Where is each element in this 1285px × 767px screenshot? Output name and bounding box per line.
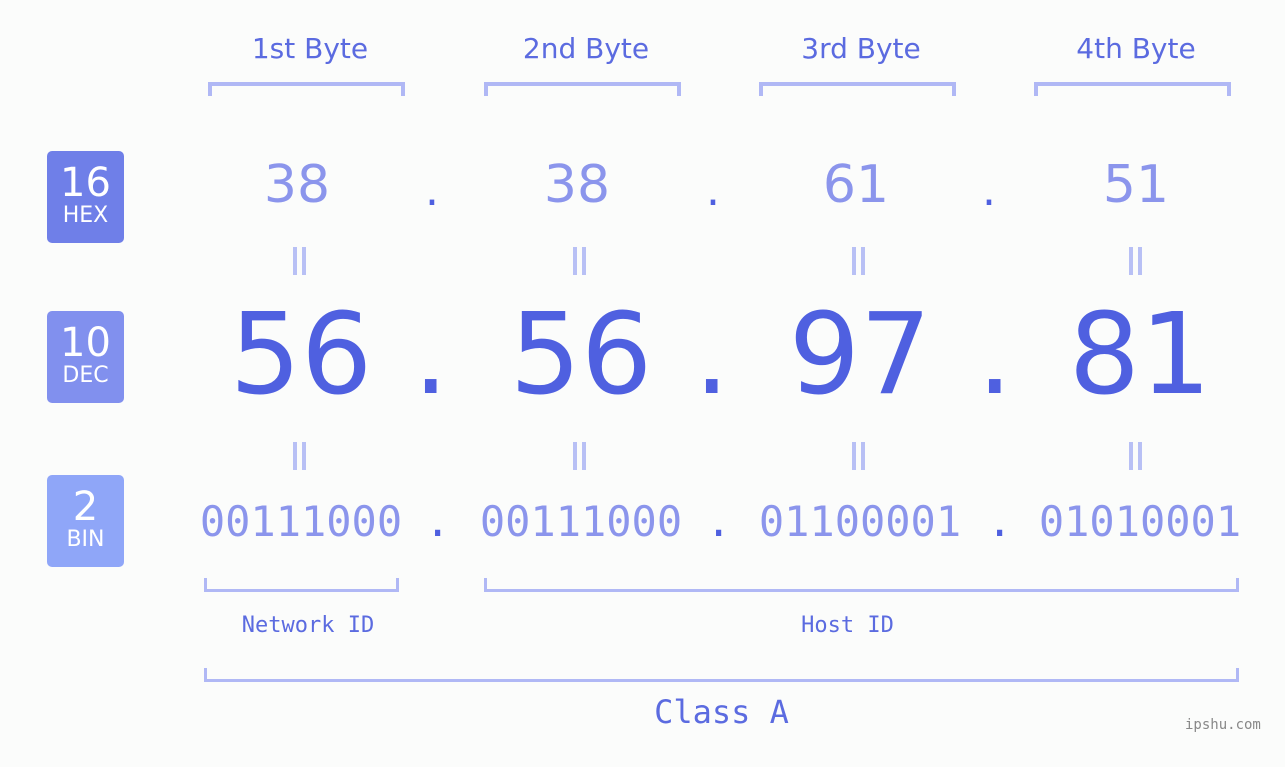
equals-icon bbox=[570, 442, 590, 470]
byte-bracket-2 bbox=[484, 82, 681, 96]
dec-value-3: 97 bbox=[788, 290, 932, 420]
watermark: ipshu.com bbox=[1185, 717, 1261, 733]
hex-badge-number: 16 bbox=[60, 160, 111, 206]
bin-dot-3: . bbox=[987, 497, 1013, 546]
dec-dot-3: . bbox=[977, 290, 1013, 420]
hex-badge-label: HEX bbox=[62, 203, 109, 228]
hex-dot-1: . bbox=[425, 165, 439, 216]
hex-dot-2: . bbox=[706, 165, 720, 216]
hex-value-2: 38 bbox=[543, 155, 611, 215]
equals-icon bbox=[1126, 442, 1146, 470]
dec-badge: 10 DEC bbox=[47, 311, 124, 403]
bin-dot-1: . bbox=[425, 497, 451, 546]
bin-value-1: 00111000 bbox=[199, 497, 403, 546]
byte-header-3: 3rd Byte bbox=[801, 32, 921, 65]
bin-value-2: 00111000 bbox=[479, 497, 683, 546]
dec-value-2: 56 bbox=[509, 290, 653, 420]
bin-badge-label: BIN bbox=[66, 527, 105, 552]
hex-badge: 16 HEX bbox=[47, 151, 124, 243]
equals-icon bbox=[849, 247, 869, 275]
host-bracket bbox=[484, 578, 1239, 592]
host-id-label: Host ID bbox=[801, 613, 894, 638]
equals-icon bbox=[290, 247, 310, 275]
equals-icon bbox=[849, 442, 869, 470]
class-label: Class A bbox=[654, 693, 789, 731]
byte-bracket-1 bbox=[208, 82, 405, 96]
byte-bracket-4 bbox=[1034, 82, 1231, 96]
hex-dot-3: . bbox=[982, 165, 996, 216]
network-bracket bbox=[204, 578, 399, 592]
dec-badge-number: 10 bbox=[60, 320, 111, 366]
bin-value-4: 01010001 bbox=[1038, 497, 1242, 546]
dec-value-4: 81 bbox=[1068, 290, 1212, 420]
equals-icon bbox=[290, 442, 310, 470]
equals-icon bbox=[570, 247, 590, 275]
equals-icon bbox=[1126, 247, 1146, 275]
class-bracket bbox=[204, 668, 1239, 682]
byte-header-1: 1st Byte bbox=[251, 32, 369, 65]
bin-value-3: 01100001 bbox=[758, 497, 962, 546]
network-id-label: Network ID bbox=[241, 613, 375, 638]
dec-dot-2: . bbox=[694, 290, 730, 420]
bin-badge: 2 BIN bbox=[47, 475, 124, 567]
byte-header-2: 2nd Byte bbox=[522, 32, 650, 65]
hex-value-4: 51 bbox=[1102, 155, 1170, 215]
hex-value-1: 38 bbox=[263, 155, 331, 215]
byte-bracket-3 bbox=[759, 82, 956, 96]
dec-badge-label: DEC bbox=[62, 363, 109, 388]
byte-header-4: 4th Byte bbox=[1076, 32, 1196, 65]
dec-value-1: 56 bbox=[229, 290, 373, 420]
bin-badge-number: 2 bbox=[72, 484, 99, 530]
bin-dot-2: . bbox=[706, 497, 732, 546]
hex-value-3: 61 bbox=[822, 155, 890, 215]
dec-dot-1: . bbox=[413, 290, 449, 420]
